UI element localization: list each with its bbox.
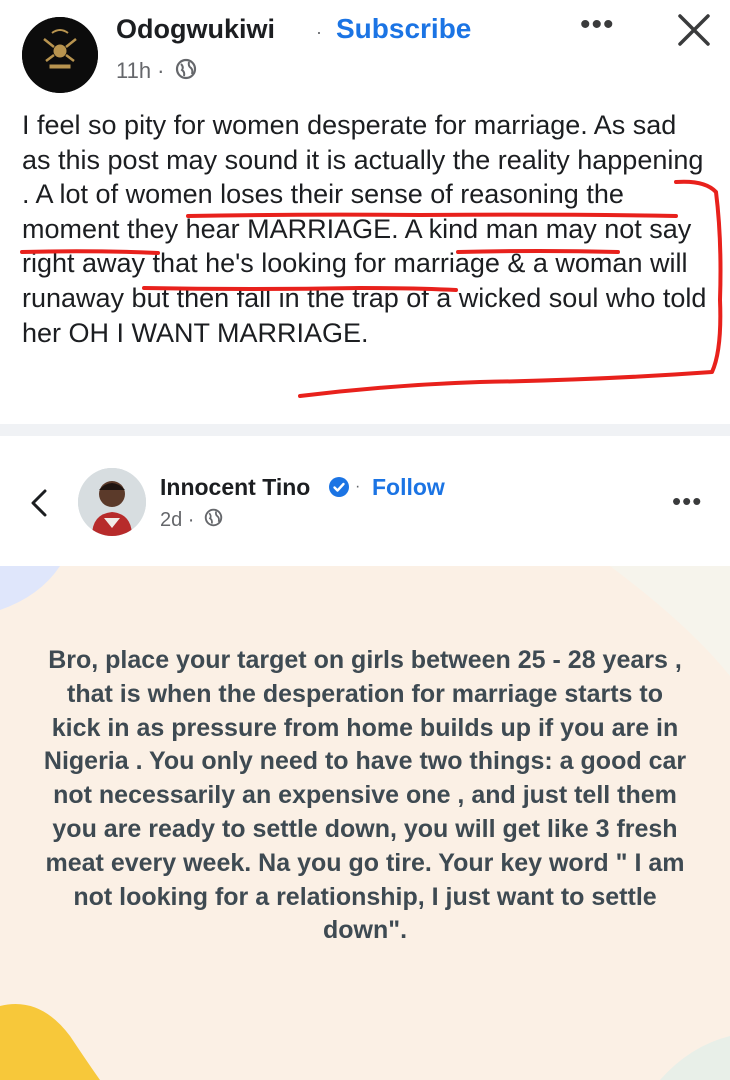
follow-button[interactable]: Follow [372,474,445,501]
more-options-button[interactable]: ••• [580,8,615,42]
section-divider [0,424,730,436]
subscribe-button[interactable]: Subscribe [336,13,471,45]
post-meta: 11h · [116,58,197,86]
more-options-button-2[interactable]: ••• [672,486,702,517]
post1-header: Odogwukiwi · Subscribe ••• 11h · [0,0,730,95]
avatar-photo-icon [78,468,146,536]
avatar-logo-icon [22,17,98,93]
card-text: Bro, place your target on girls between … [43,646,687,945]
post2-meta: 2d · [160,508,223,533]
separator-dot: · [316,22,322,42]
post2-header: Innocent Tino · Follow 2d · ••• [0,436,730,556]
chevron-left-icon [31,489,47,517]
separator-dot: · [355,478,361,495]
author2-name[interactable]: Innocent Tino [160,474,310,501]
globe-icon [175,58,197,86]
post-body-text: I feel so pity for women desperate for m… [22,110,707,348]
back-button[interactable] [28,488,50,518]
verified-badge-icon [328,476,350,498]
globe-icon [204,508,223,533]
author-name[interactable]: Odogwukiwi [116,14,275,45]
author2-avatar[interactable] [78,468,146,536]
post2-time: 2d · [160,508,195,531]
close-button[interactable] [672,8,716,52]
post-time: 11h · [116,58,165,83]
author-avatar[interactable] [22,17,98,93]
text-post-card: Bro, place your target on girls between … [0,566,730,1080]
close-icon [678,14,710,46]
